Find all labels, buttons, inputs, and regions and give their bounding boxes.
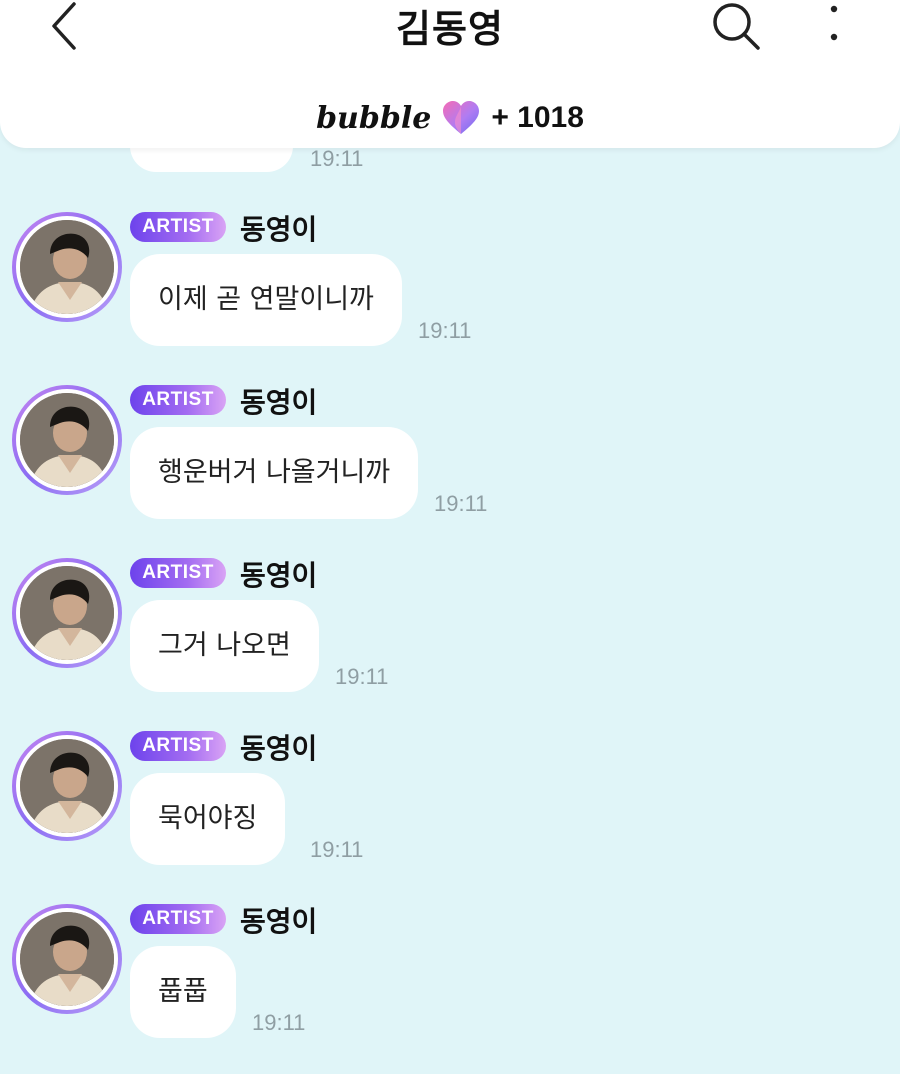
message-bubble[interactable]: 묵어야징 [130, 773, 286, 865]
chat-message: ARTIST 동영이 행운버거 나올거니까 19:11 [0, 385, 900, 555]
sender-name: 동영이 [240, 905, 318, 938]
avatar-frame [16, 216, 118, 318]
avatar-ring[interactable] [12, 558, 122, 668]
heart-icon [443, 101, 480, 134]
sender-name: 동영이 [240, 386, 318, 419]
avatar-photo [20, 739, 114, 833]
avatar [20, 912, 114, 1006]
chat-header: 김동영 bubble + 1018 [0, 0, 900, 148]
message-bubble[interactable]: 이제 곧 연말이니까 [130, 254, 402, 346]
avatar-ring[interactable] [12, 904, 122, 1014]
message-time: 19:11 [310, 146, 364, 171]
chat-message: ARTIST 동영이 그거 나오면 19:11 [0, 558, 900, 728]
message-bubble[interactable]: 풉풉 [130, 946, 236, 1038]
avatar-frame [16, 735, 118, 837]
chat-message: ARTIST 동영이 묵어야징 19:11 [0, 731, 900, 901]
artist-badge: ARTIST [130, 212, 226, 242]
sender-name: 동영이 [240, 213, 318, 246]
message-bubble[interactable]: 그거 나오면 [130, 600, 319, 692]
message-time: 19:11 [335, 664, 389, 689]
message-time: 19:11 [252, 1010, 306, 1035]
chat-message: ARTIST 동영이 풉풉 19:11 [0, 904, 900, 1074]
avatar [20, 739, 114, 833]
artist-badge: ARTIST [130, 385, 226, 415]
avatar [20, 220, 114, 314]
message-bubble[interactable]: 행운버거 나올거니까 [130, 427, 419, 519]
avatar-frame [16, 908, 118, 1010]
sender-name: 동영이 [240, 732, 318, 765]
message-time: 19:11 [434, 491, 488, 516]
avatar [20, 566, 114, 660]
more-options-button[interactable] [816, 0, 852, 52]
avatar-ring[interactable] [12, 731, 122, 841]
message-time: 19:11 [418, 318, 472, 343]
search-button[interactable] [708, 0, 764, 52]
artist-badge: ARTIST [130, 904, 226, 934]
chat-message: ARTIST 동영이 이제 곧 연말이니까 19:11 [0, 212, 900, 382]
avatar-photo [20, 220, 114, 314]
bubble-logo: bubble [316, 100, 432, 136]
message-time: 19:11 [310, 837, 364, 862]
sender-name: 동영이 [240, 559, 318, 592]
artist-badge: ARTIST [130, 558, 226, 588]
more-vertical-icon [830, 5, 838, 41]
artist-badge: ARTIST [130, 731, 226, 761]
bubble-banner[interactable]: bubble + 1018 [0, 96, 900, 140]
avatar-ring[interactable] [12, 212, 122, 322]
avatar-photo [20, 912, 114, 1006]
avatar-photo [20, 393, 114, 487]
chat-title: 김동영 [396, 7, 504, 51]
avatar-frame [16, 389, 118, 491]
avatar-photo [20, 566, 114, 660]
bubble-count: + 1018 [491, 101, 584, 134]
avatar [20, 393, 114, 487]
avatar-ring[interactable] [12, 385, 122, 495]
avatar-frame [16, 562, 118, 664]
search-icon [713, 3, 760, 50]
